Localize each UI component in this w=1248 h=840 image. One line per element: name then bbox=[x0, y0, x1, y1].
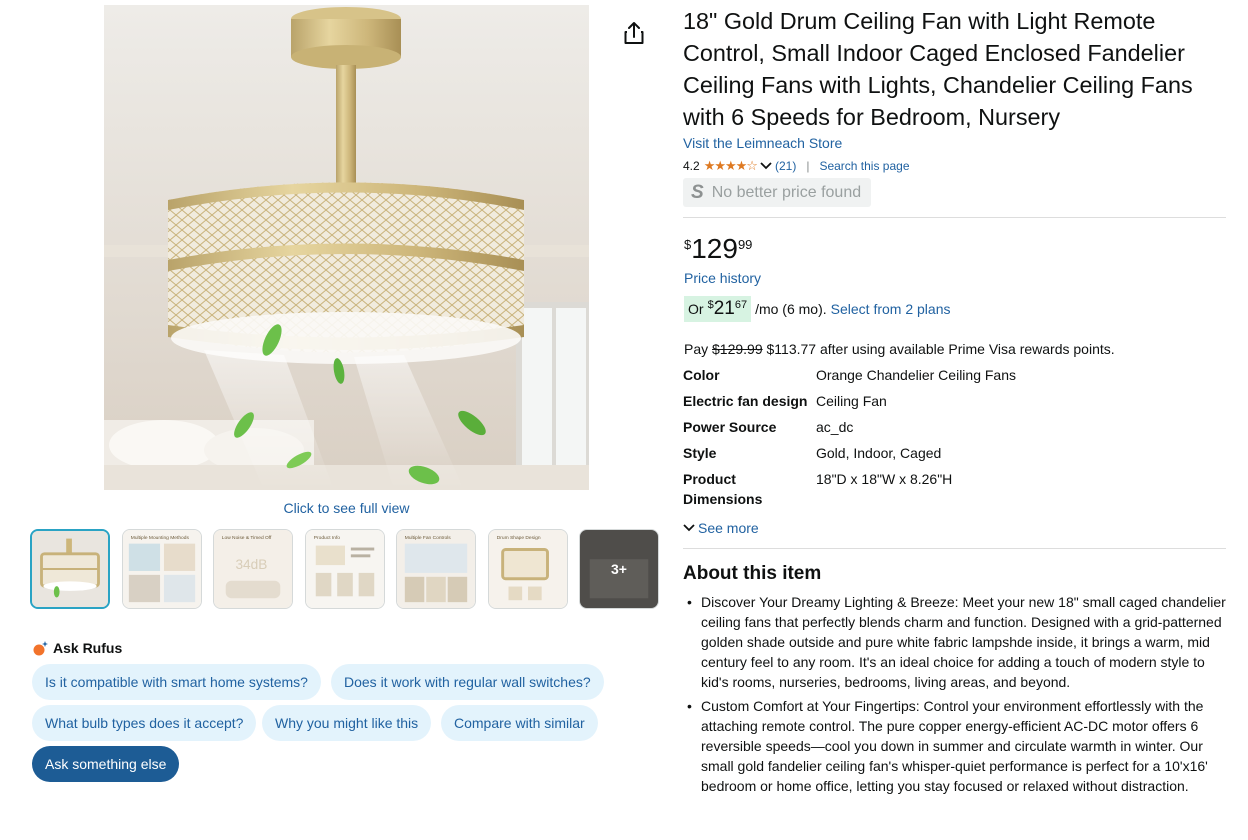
rufus-chip-wall-switches[interactable]: Does it work with regular wall switches? bbox=[331, 664, 604, 700]
thumbnail-strip: Multiple Mounting Methods Low Noise & Ti… bbox=[30, 529, 671, 609]
thumbnail-more[interactable]: 3+ bbox=[579, 529, 659, 609]
spec-value: Ceiling Fan bbox=[816, 393, 887, 409]
full-view-link[interactable]: Click to see full view bbox=[104, 500, 589, 516]
thumb-caption: Low Noise & Timed Off bbox=[222, 535, 272, 541]
thumbnail-5[interactable]: Multiple Fan Controls bbox=[396, 529, 476, 609]
price-fraction: 99 bbox=[737, 237, 753, 252]
price-tracker-logo: S bbox=[691, 181, 704, 203]
thumbnail-1[interactable] bbox=[30, 529, 110, 609]
rating-value: 4.2 bbox=[683, 159, 700, 173]
product-title: 18" Gold Drum Ceiling Fan with Light Rem… bbox=[683, 8, 1193, 130]
rating-row: 4.2 ★★★★☆ (21) | Search this page bbox=[683, 158, 910, 174]
about-bullet: Custom Comfort at Your Fingertips: Contr… bbox=[683, 696, 1228, 796]
installment-fraction: 67 bbox=[734, 299, 748, 311]
star-rating-icon[interactable]: ★★★★☆ bbox=[704, 158, 758, 174]
visa-old-price: $129.99 bbox=[712, 341, 763, 357]
thumb-caption: Drum Shape Design bbox=[496, 535, 540, 541]
thumb-big-text: 34dB bbox=[235, 557, 267, 572]
spec-value: Gold, Indoor, Caged bbox=[816, 445, 942, 461]
spec-key: Power Source bbox=[683, 419, 777, 435]
rufus-icon bbox=[33, 641, 48, 656]
thumb-caption: Multiple Fan Controls bbox=[405, 535, 451, 541]
chevron-down-icon bbox=[683, 524, 695, 532]
search-page-link[interactable]: Search this page bbox=[819, 159, 909, 173]
rufus-chip-compare[interactable]: Compare with similar bbox=[441, 705, 598, 741]
spec-value: Orange Chandelier Ceiling Fans bbox=[816, 367, 1016, 383]
select-plans-link[interactable]: Select from 2 plans bbox=[831, 301, 951, 317]
see-more-label: See more bbox=[698, 520, 759, 536]
price-history-link[interactable]: Price history bbox=[684, 270, 761, 286]
thumbnail-6[interactable]: Drum Shape Design bbox=[487, 529, 568, 609]
thumb-caption: Multiple Mounting Methods bbox=[130, 535, 189, 541]
price: $ 129 99 bbox=[684, 234, 752, 264]
thumbnail-3[interactable]: Low Noise & Timed Off 34dB bbox=[213, 529, 293, 609]
rufus-chip-smart-home[interactable]: Is it compatible with smart home systems… bbox=[32, 664, 321, 700]
about-heading: About this item bbox=[683, 563, 822, 584]
divider bbox=[683, 548, 1226, 549]
thumbnail-4[interactable]: Product Info bbox=[304, 529, 385, 609]
price-whole: 129 bbox=[691, 233, 738, 264]
spec-value: 18"D x 18"W x 8.26"H bbox=[816, 471, 953, 487]
no-better-price-badge: S No better price found bbox=[683, 178, 872, 207]
rufus-chip-bulb-types[interactable]: What bulb types does it accept? bbox=[32, 705, 257, 741]
installment-highlight: Or $ 21 67 bbox=[684, 296, 752, 322]
price-currency: $ bbox=[684, 237, 692, 252]
main-product-image[interactable] bbox=[104, 5, 589, 490]
ask-rufus-heading: Ask Rufus bbox=[33, 640, 122, 656]
visa-prefix: Pay bbox=[684, 341, 709, 357]
rufus-chip-ask-else[interactable]: Ask something else bbox=[32, 746, 180, 782]
see-more-link[interactable]: See more bbox=[683, 520, 759, 536]
separator: | bbox=[806, 159, 810, 173]
installment-row: Or $ 21 67 /mo (6 mo). Select from 2 pla… bbox=[684, 296, 951, 322]
rufus-chip-why-like[interactable]: Why you might like this bbox=[262, 705, 432, 741]
ceiling-fan-photo bbox=[104, 5, 589, 490]
review-count-link[interactable]: (21) bbox=[775, 159, 796, 173]
divider bbox=[683, 217, 1226, 218]
spec-key: Style bbox=[683, 445, 717, 461]
chevron-down-icon[interactable] bbox=[760, 161, 772, 171]
spec-key: Color bbox=[683, 367, 720, 383]
spec-key: Product Dimensions bbox=[683, 471, 763, 507]
about-bullets: Discover Your Dreamy Lighting & Breeze: … bbox=[683, 592, 1228, 800]
spec-key: Electric fan design bbox=[683, 393, 808, 409]
ask-rufus-label: Ask Rufus bbox=[53, 640, 123, 656]
no-better-price-text: No better price found bbox=[711, 183, 862, 201]
more-images-label: 3+ bbox=[611, 561, 627, 577]
installment-or: Or bbox=[688, 301, 704, 317]
store-link[interactable]: Visit the Leimneach Store bbox=[683, 135, 842, 151]
prime-visa-offer: Pay $129.99 $113.77 after using availabl… bbox=[684, 341, 1115, 357]
about-bullet: Discover Your Dreamy Lighting & Breeze: … bbox=[683, 592, 1228, 692]
spec-value: ac_dc bbox=[816, 419, 854, 435]
thumbnail-2[interactable]: Multiple Mounting Methods bbox=[121, 529, 202, 609]
installment-whole: 21 bbox=[713, 298, 735, 319]
installment-term: /mo (6 mo). bbox=[755, 301, 827, 317]
visa-text: $113.77 after using available Prime Visa… bbox=[766, 341, 1115, 357]
thumb-caption: Product Info bbox=[313, 535, 339, 541]
share-icon[interactable] bbox=[622, 20, 646, 46]
